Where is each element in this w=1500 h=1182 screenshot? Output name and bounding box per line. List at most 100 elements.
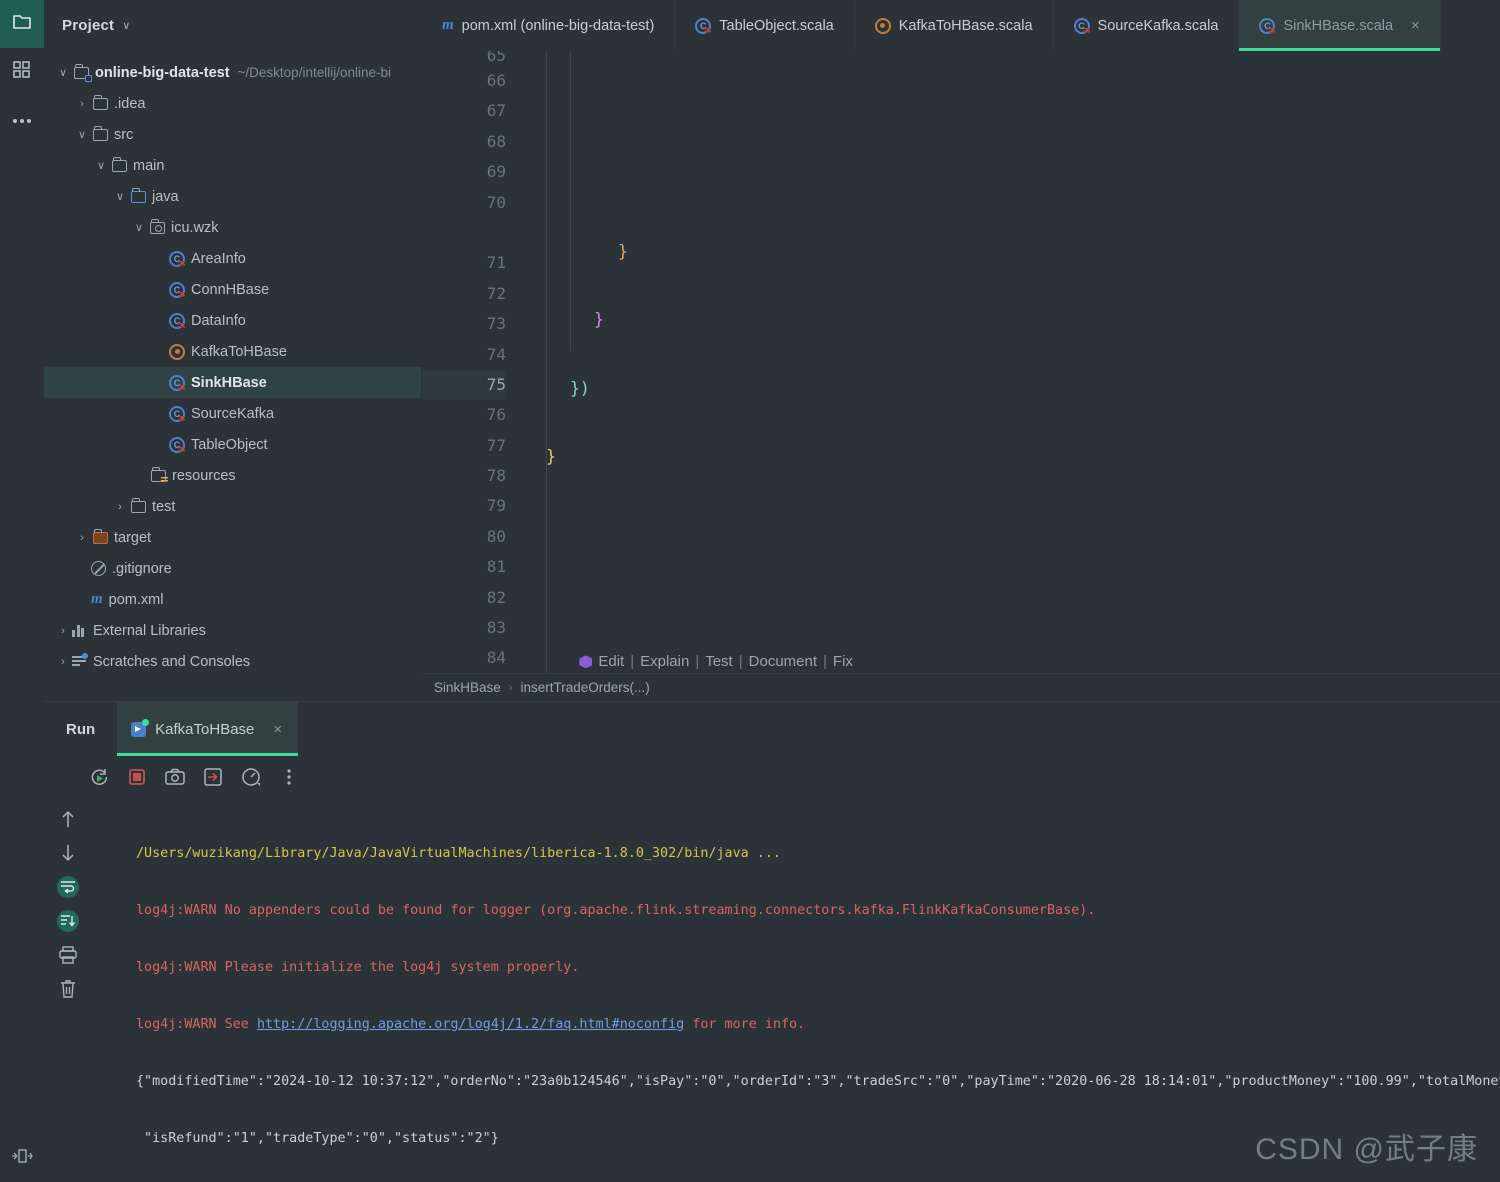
dump-threads-button[interactable]: [202, 766, 224, 788]
scala-class-icon: C: [169, 281, 185, 298]
tree-item-online-big-data-test[interactable]: ∨ online-big-data-test ~/Desktop/intelli…: [44, 57, 421, 88]
run-tab-bar: Run KafkaToHBase ×: [44, 702, 1500, 756]
run-tool-window: Run KafkaToHBase × /Users/wuzikang/Libra…: [44, 701, 1500, 1182]
code-token: }: [546, 447, 556, 467]
tree-twisty[interactable]: ∨: [92, 159, 110, 172]
run-tab-kafkatohbase[interactable]: KafkaToHBase ×: [117, 702, 299, 756]
tree-twisty[interactable]: ∨: [73, 128, 91, 141]
ai-inlay-hint-row[interactable]: Edit | Explain | Test | Document | Fix: [522, 617, 1500, 670]
close-icon[interactable]: ×: [1411, 17, 1420, 34]
screenshot-button[interactable]: [164, 766, 186, 788]
inlay-action-document[interactable]: Document: [749, 653, 817, 670]
console-line-with-link: log4j:WARN See http://logging.apache.org…: [92, 1011, 1500, 1038]
editor-tab-bar: m pom.xml (online-big-data-test) C Table…: [422, 0, 1500, 51]
editor-tab-sinkhbase[interactable]: C SinkHBase.scala ×: [1239, 0, 1441, 51]
tree-item-icu-wzk[interactable]: ∨ icu.wzk: [44, 212, 421, 243]
inlay-action-test[interactable]: Test: [705, 653, 733, 670]
tree-twisty[interactable]: ∨: [54, 66, 72, 79]
tree-item-main[interactable]: ∨ main: [44, 150, 421, 181]
tree-item-tableobject[interactable]: C TableObject: [44, 429, 421, 460]
tree-item-connhbase[interactable]: C ConnHBase: [44, 274, 421, 305]
prev-occurrence-button[interactable]: [57, 808, 79, 830]
watermark: CSDN @武子康: [1255, 1133, 1478, 1166]
tree-item-scratches-and-consoles[interactable]: › Scratches and Consoles: [44, 646, 421, 677]
tree-item-label: java: [152, 188, 179, 205]
code-editor[interactable]: 65 66 67 68 69 70 71 72 73 74 75 76 77 7…: [422, 51, 1500, 673]
editor-tab-pom-xml[interactable]: m pom.xml (online-big-data-test): [422, 0, 676, 51]
soft-wrap-button[interactable]: [57, 876, 79, 898]
layout-settings-button[interactable]: [0, 1134, 44, 1182]
close-icon[interactable]: ×: [273, 721, 282, 738]
breadcrumb-method[interactable]: insertTradeOrders(...): [520, 680, 649, 695]
tree-item-label: KafkaToHBase: [191, 343, 287, 360]
package-icon: [150, 218, 165, 234]
editor-tab-tableobject[interactable]: C TableObject.scala: [675, 0, 855, 51]
next-occurrence-button[interactable]: [57, 842, 79, 864]
tree-item-gitignore[interactable]: .gitignore: [44, 553, 421, 584]
console-hyperlink[interactable]: http://logging.apache.org/log4j/1.2/faq.…: [257, 1017, 684, 1032]
rerun-button[interactable]: [88, 766, 110, 788]
editor-tab-label: SinkHBase.scala: [1283, 17, 1394, 34]
folder-icon: [112, 156, 127, 172]
module-icon: [74, 63, 92, 82]
tree-twisty[interactable]: ∨: [130, 221, 148, 234]
editor-tab-kafkatohbase[interactable]: KafkaToHBase.scala: [855, 0, 1054, 51]
tree-item-label: src: [114, 126, 134, 143]
sidebar-item-structure[interactable]: [0, 48, 44, 96]
tree-item-areainfo[interactable]: C AreaInfo: [44, 243, 421, 274]
tree-item-label: ConnHBase: [191, 281, 270, 298]
tree-twisty[interactable]: ›: [54, 656, 72, 668]
chevron-down-icon[interactable]: ∨: [122, 19, 130, 32]
project-tool-window-header[interactable]: Project ∨: [44, 0, 422, 51]
tree-twisty[interactable]: ›: [54, 625, 72, 637]
tree-item-kafkatohbase[interactable]: KafkaToHBase: [44, 336, 421, 367]
more-options-button[interactable]: [278, 766, 300, 788]
profiler-button[interactable]: [240, 766, 262, 788]
breadcrumb-class[interactable]: SinkHBase: [434, 680, 501, 695]
print-button[interactable]: [57, 944, 79, 966]
tree-twisty[interactable]: ›: [111, 501, 129, 513]
tree-item-idea[interactable]: › .idea: [44, 88, 421, 119]
code-token: }): [570, 378, 590, 398]
tree-twisty[interactable]: ›: [73, 98, 91, 110]
editor-tab-sourcekafka[interactable]: C SourceKafka.scala: [1054, 0, 1240, 51]
code-token: }: [618, 242, 628, 261]
tree-item-path: ~/Desktop/intellij/online-bi: [237, 65, 391, 80]
tree-twisty[interactable]: ›: [73, 532, 91, 544]
tree-item-label: target: [114, 529, 152, 546]
scala-class-icon: C: [169, 250, 185, 267]
tree-item-label: test: [152, 498, 176, 515]
tree-item-sinkhbase[interactable]: C SinkHBase: [44, 367, 421, 398]
tree-item-sourcekafka[interactable]: C SourceKafka: [44, 398, 421, 429]
scala-class-icon: C: [169, 312, 185, 329]
scala-object-icon: [874, 17, 891, 34]
stop-button[interactable]: [126, 766, 148, 788]
code-line-66: }: [522, 237, 1500, 267]
code-text-area[interactable]: } } }) } Edit | Explain | Test | Document | Fix …: [522, 51, 1500, 673]
sidebar-item-more[interactable]: [0, 96, 44, 144]
line-number-current: 75: [422, 369, 506, 401]
code-line-68: }): [522, 374, 1500, 404]
sidebar-item-project[interactable]: [0, 0, 44, 48]
editor-tab-label: pom.xml (online-big-data-test): [461, 17, 655, 34]
line-number: 68: [486, 131, 506, 151]
tree-item-src[interactable]: ∨ src: [44, 119, 421, 150]
clear-all-button[interactable]: [57, 978, 79, 1000]
resources-folder-icon: [151, 466, 168, 483]
line-number: 71: [486, 253, 506, 273]
inlay-action-edit[interactable]: Edit: [598, 653, 624, 670]
tree-item-java[interactable]: ∨ java: [44, 181, 421, 212]
line-number: 77: [486, 435, 506, 455]
inlay-action-fix[interactable]: Fix: [833, 653, 853, 670]
tree-item-test[interactable]: › test: [44, 491, 421, 522]
scroll-to-end-button[interactable]: [57, 910, 79, 932]
tree-item-target[interactable]: › target: [44, 522, 421, 553]
maven-icon: m: [91, 591, 103, 607]
tree-twisty[interactable]: ∨: [111, 190, 129, 203]
tree-item-resources[interactable]: resources: [44, 460, 421, 491]
tree-item-pom-xml[interactable]: m pom.xml: [44, 584, 421, 615]
tree-item-datainfo[interactable]: C DataInfo: [44, 305, 421, 336]
tree-item-external-libraries[interactable]: › External Libraries: [44, 615, 421, 646]
inlay-action-explain[interactable]: Explain: [640, 653, 689, 670]
